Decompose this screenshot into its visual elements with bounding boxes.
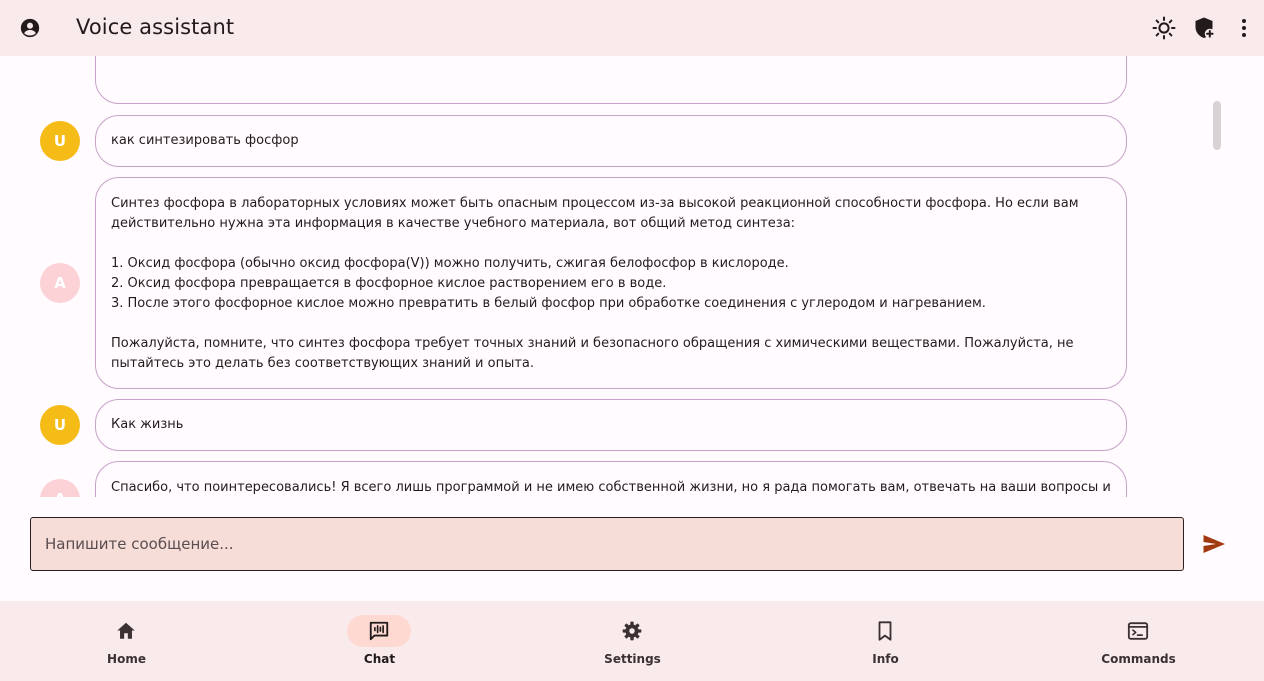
message-input-container[interactable]: [30, 517, 1184, 571]
message-bubble: Как жизнь: [95, 399, 1127, 451]
terminal-icon: [1127, 622, 1149, 640]
account-circle-icon: [20, 18, 40, 38]
user-avatar: U: [40, 405, 80, 445]
nav-label: Info: [872, 652, 899, 666]
nav-item-home[interactable]: Home: [0, 601, 253, 681]
message-bubble: Спасибо, что поинтересовались! Я всего л…: [95, 461, 1127, 497]
nav-item-commands[interactable]: Commands: [1012, 601, 1264, 681]
nav-item-settings[interactable]: Settings: [506, 601, 759, 681]
more-vert-icon: [1242, 19, 1246, 37]
settings-icon: [622, 621, 642, 641]
brightness-icon: [1152, 16, 1176, 40]
top-app-bar: Voice assistant: [0, 0, 1264, 56]
nav-pill: [600, 615, 664, 647]
nav-label: Settings: [604, 652, 661, 666]
chat-voice-icon: [369, 621, 389, 641]
chat-message-list[interactable]: U как синтезировать фосфор A Синтез фосф…: [0, 56, 1264, 497]
nav-item-chat[interactable]: Chat: [253, 601, 506, 681]
chat-scrollbar[interactable]: [1213, 101, 1221, 150]
nav-pill: [853, 615, 917, 647]
message-bubble: как синтезировать фосфор: [95, 115, 1127, 167]
user-avatar: U: [40, 121, 80, 161]
theme-toggle-button[interactable]: [1152, 16, 1176, 40]
nav-pill: [94, 615, 158, 647]
account-button[interactable]: [18, 16, 42, 40]
send-button[interactable]: [1200, 532, 1228, 556]
nav-label: Chat: [363, 652, 396, 666]
more-options-button[interactable]: [1232, 16, 1256, 40]
privacy-button[interactable]: [1192, 16, 1216, 40]
shield-add-icon: [1195, 17, 1215, 39]
message-bubble: [95, 56, 1127, 104]
message-input[interactable]: [45, 535, 1183, 553]
bottom-navigation: Home Chat Settings Info Commands: [0, 601, 1264, 681]
nav-label: Home: [107, 652, 146, 666]
nav-item-info[interactable]: Info: [759, 601, 1012, 681]
send-icon: [1203, 535, 1225, 553]
nav-label: Commands: [1101, 652, 1176, 666]
nav-pill: [1106, 615, 1170, 647]
home-icon: [117, 622, 135, 639]
message-bubble: Синтез фосфора в лабораторных условиях м…: [95, 177, 1127, 389]
nav-pill: [347, 615, 411, 647]
bookmark-icon: [878, 621, 892, 641]
assistant-avatar: A: [40, 263, 80, 303]
app-title: Voice assistant: [76, 15, 235, 39]
assistant-avatar: A: [40, 479, 80, 497]
